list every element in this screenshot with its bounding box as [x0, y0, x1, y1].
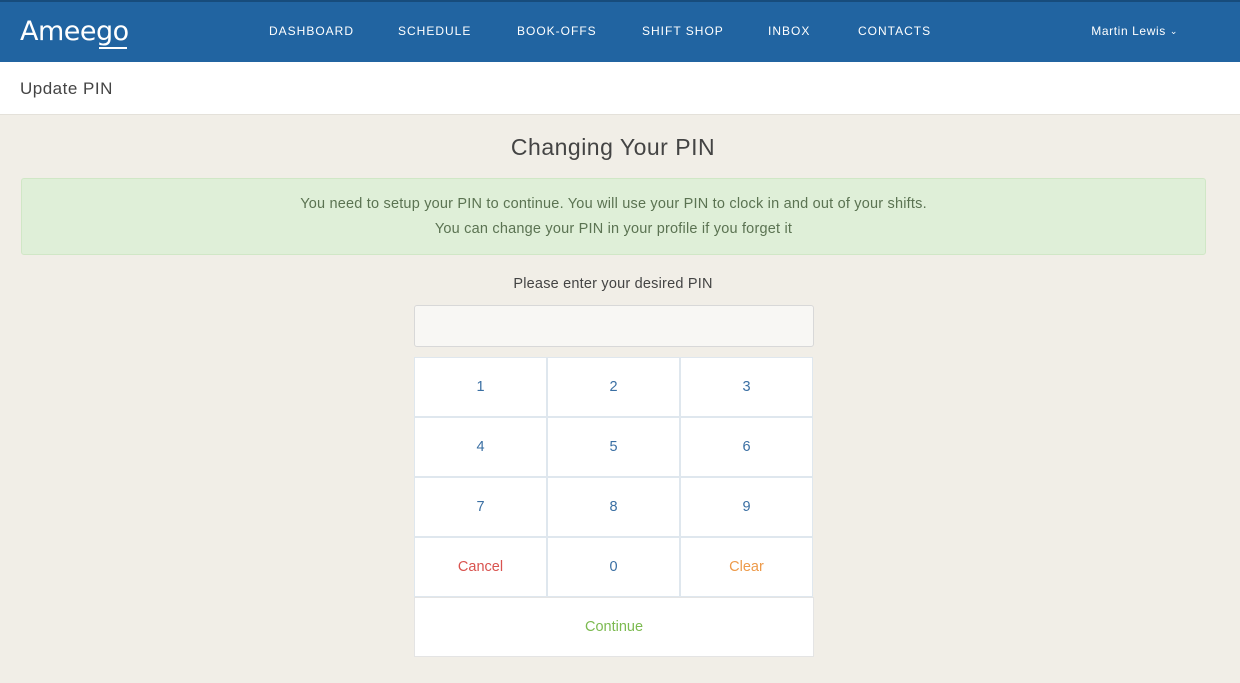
cancel-button[interactable]: Cancel — [414, 537, 547, 597]
info-alert: You need to setup your PIN to continue. … — [21, 178, 1206, 255]
key-1[interactable]: 1 — [414, 357, 547, 417]
nav-contacts[interactable]: CONTACTS — [858, 24, 931, 38]
pin-prompt: Please enter your desired PIN — [513, 276, 713, 292]
nav-shift-shop[interactable]: SHIFT SHOP — [642, 24, 724, 38]
nav-book-offs[interactable]: BOOK-OFFS — [517, 24, 597, 38]
alert-line-2: You can change your PIN in your profile … — [434, 221, 793, 237]
key-6[interactable]: 6 — [680, 417, 813, 477]
clear-button[interactable]: Clear — [680, 537, 813, 597]
key-0[interactable]: 0 — [547, 537, 680, 597]
nav-inbox[interactable]: INBOX — [768, 24, 810, 38]
user-name: Martin Lewis — [1091, 24, 1166, 38]
section-heading: Changing Your PIN — [510, 134, 716, 160]
alert-line-1: You need to setup your PIN to continue. … — [300, 196, 927, 212]
key-7[interactable]: 7 — [414, 477, 547, 537]
page-title: Update PIN — [20, 79, 113, 98]
continue-button[interactable]: Continue — [414, 597, 814, 657]
key-9[interactable]: 9 — [680, 477, 813, 537]
key-3[interactable]: 3 — [680, 357, 813, 417]
key-2[interactable]: 2 — [547, 357, 680, 417]
nav-schedule[interactable]: SCHEDULE — [398, 24, 471, 38]
chevron-down-icon: ⌄ — [1169, 26, 1178, 36]
page-subheader: Update PIN — [0, 62, 1240, 115]
key-5[interactable]: 5 — [547, 417, 680, 477]
user-menu[interactable]: Martin Lewis ⌄ — [1091, 24, 1178, 38]
key-4[interactable]: 4 — [414, 417, 547, 477]
main-nav: DASHBOARD SCHEDULE BOOK-OFFS SHIFT SHOP … — [0, 2, 1240, 62]
top-navbar: Ameego DASHBOARD SCHEDULE BOOK-OFFS SHIF… — [0, 0, 1240, 62]
key-8[interactable]: 8 — [547, 477, 680, 537]
pin-input[interactable] — [414, 305, 814, 347]
nav-dashboard[interactable]: DASHBOARD — [269, 24, 354, 38]
